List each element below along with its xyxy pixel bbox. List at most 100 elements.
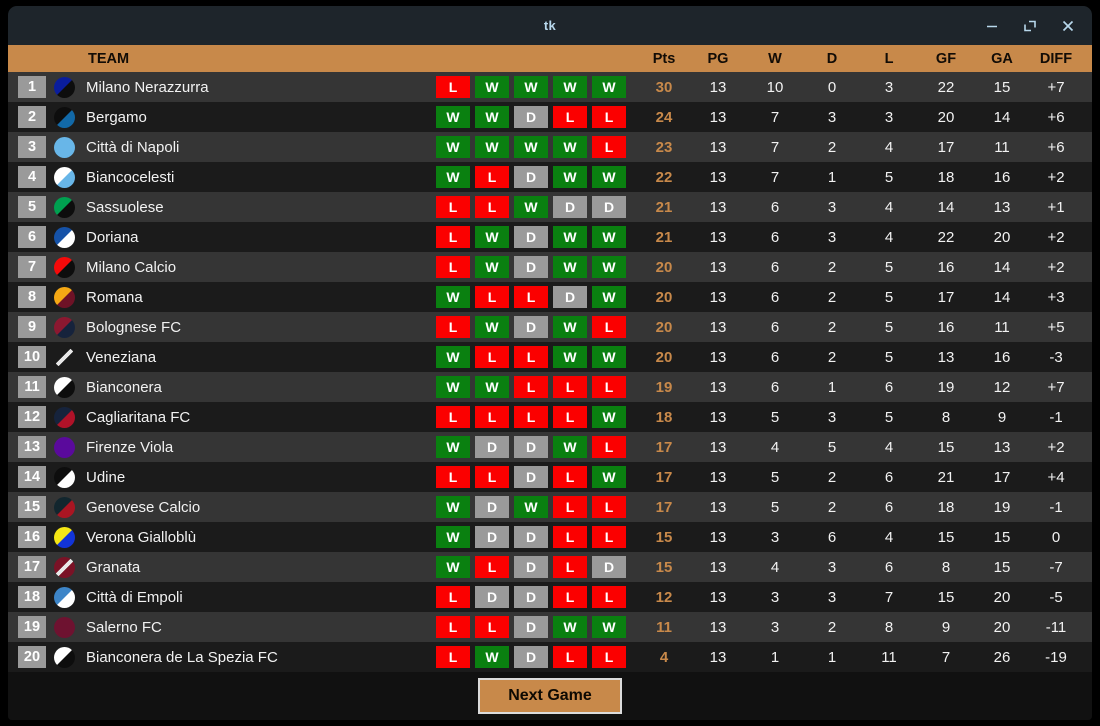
- ga-value: 16: [993, 348, 1011, 366]
- d-cell: 3: [804, 559, 860, 576]
- form-result-l: L: [514, 286, 548, 308]
- gf-cell: 22: [918, 229, 974, 246]
- next-game-button[interactable]: Next Game: [478, 678, 622, 714]
- gf-cell: 21: [918, 469, 974, 486]
- form-result-l: L: [514, 346, 548, 368]
- form-result-d: D: [553, 286, 587, 308]
- l-cell: 7: [860, 589, 918, 606]
- form-result-w: W: [475, 646, 509, 668]
- form-result-w: W: [436, 526, 470, 548]
- table-row[interactable]: 1 Milano Nerazzurra L W W W W 30 13 10 0 3 22 15 +7: [8, 72, 1092, 102]
- form-result-w: W: [475, 226, 509, 248]
- team-name-cell: Bianconera: [80, 379, 436, 396]
- team-name-cell: Veneziana: [80, 349, 436, 366]
- pts-value: 23: [655, 138, 673, 156]
- pts-value: 19: [655, 378, 673, 396]
- pts-cell: 17: [638, 469, 690, 486]
- form-cell: WLLWW: [436, 346, 638, 368]
- form-cell: LWDWW: [436, 226, 638, 248]
- d-value: 1: [827, 378, 837, 396]
- form-result-d: D: [514, 436, 548, 458]
- form-result-l: L: [553, 646, 587, 668]
- l-cell: 4: [860, 139, 918, 156]
- table-row[interactable]: 4 Biancocelesti W L D W W 22 13 7 1 5 18 16 +2: [8, 162, 1092, 192]
- diff-cell: +6: [1030, 109, 1092, 126]
- table-row[interactable]: 16 Verona Gialloblù W D D L L 15 13 3 6 4 15 15 0: [8, 522, 1092, 552]
- table-row[interactable]: 3 Città di Napoli W W W W L 23 13 7 2 4 17 11 +6: [8, 132, 1092, 162]
- pts-value: 17: [655, 498, 673, 516]
- team-crest-icon: [48, 436, 80, 458]
- form-result-d: D: [475, 526, 509, 548]
- pts-value: 15: [655, 558, 673, 576]
- diff-value: -7: [1049, 558, 1063, 576]
- form-result-l: L: [436, 586, 470, 608]
- rank-badge: 14: [18, 466, 46, 488]
- rank-cell: 12: [16, 406, 48, 428]
- table-row[interactable]: 10 Veneziana W L L W W 20 13 6 2 5 13 16 -3: [8, 342, 1092, 372]
- l-value: 7: [884, 588, 894, 606]
- table-row[interactable]: 14 Udine L L D L W 17 13 5 2 6 21 17 +4: [8, 462, 1092, 492]
- pts-cell: 20: [638, 349, 690, 366]
- pts-cell: 12: [638, 589, 690, 606]
- maximize-button[interactable]: [1020, 16, 1040, 36]
- diff-cell: -1: [1030, 409, 1092, 426]
- form-cell: LWDLL: [436, 646, 638, 668]
- table-row[interactable]: 8 Romana W L L D W 20 13 6 2 5 17 14 +3: [8, 282, 1092, 312]
- team-name: Granata: [86, 558, 141, 576]
- d-cell: 5: [804, 439, 860, 456]
- team-name-cell: Milano Calcio: [80, 259, 436, 276]
- table-row[interactable]: 12 Cagliaritana FC L L L L W 18 13 5 3 5 8 9 -1: [8, 402, 1092, 432]
- table-row[interactable]: 7 Milano Calcio L W D W W 20 13 6 2 5 16 14 +2: [8, 252, 1092, 282]
- table-row[interactable]: 9 Bolognese FC L W D W L 20 13 6 2 5 16 11 +5: [8, 312, 1092, 342]
- w-cell: 6: [746, 349, 804, 366]
- gf-value: 20: [937, 108, 955, 126]
- ga-cell: 20: [974, 619, 1030, 636]
- minimize-button[interactable]: [982, 16, 1002, 36]
- w-value: 6: [770, 228, 780, 246]
- rank-cell: 19: [16, 616, 48, 638]
- table-row[interactable]: 20 Bianconera de La Spezia FC L W D L L 4 13 1 1 11…: [8, 642, 1092, 672]
- w-cell: 6: [746, 229, 804, 246]
- w-cell: 5: [746, 499, 804, 516]
- table-row[interactable]: 6 Doriana L W D W W 21 13 6 3 4 22 20 +2: [8, 222, 1092, 252]
- table-row[interactable]: 19 Salerno FC L L D W W 11 13 3 2 8 9 20 -11: [8, 612, 1092, 642]
- gf-cell: 18: [918, 499, 974, 516]
- table-row[interactable]: 18 Città di Empoli L D D L L 12 13 3 3 7 15 20 -5: [8, 582, 1092, 612]
- d-value: 3: [827, 198, 837, 216]
- table-row[interactable]: 11 Bianconera W W L L L 19 13 6 1 6 19 12 +7: [8, 372, 1092, 402]
- table-row[interactable]: 15 Genovese Calcio W D W L L 17 13 5 2 6 18 19 -1: [8, 492, 1092, 522]
- table-row[interactable]: 13 Firenze Viola W D D W L 17 13 4 5 4 15 13 +2: [8, 432, 1092, 462]
- team-name-cell: Verona Gialloblù: [80, 529, 436, 546]
- pg-value: 13: [709, 528, 727, 546]
- ga-cell: 20: [974, 589, 1030, 606]
- form-cell: WLDWW: [436, 166, 638, 188]
- form-result-w: W: [592, 616, 626, 638]
- team-crest-icon: [48, 76, 80, 98]
- team-name: Milano Calcio: [86, 258, 177, 276]
- rank-cell: 20: [16, 646, 48, 668]
- ga-cell: 11: [974, 139, 1030, 156]
- form-result-w: W: [436, 496, 470, 518]
- form-result-l: L: [553, 526, 587, 548]
- w-value: 3: [770, 588, 780, 606]
- table-row[interactable]: 17 Granata W L D L D 15 13 4 3 6 8 15 -7: [8, 552, 1092, 582]
- w-value: 10: [766, 78, 784, 96]
- ga-value: 15: [993, 558, 1011, 576]
- ga-value: 17: [993, 468, 1011, 486]
- rank-cell: 10: [16, 346, 48, 368]
- rank-badge: 15: [18, 496, 46, 518]
- team-name: Bolognese FC: [86, 318, 182, 336]
- ga-cell: 14: [974, 109, 1030, 126]
- d-value: 2: [827, 138, 837, 156]
- pg-value: 13: [709, 588, 727, 606]
- diff-cell: 0: [1030, 529, 1092, 546]
- gf-value: 22: [937, 228, 955, 246]
- team-name: Bianconera: [86, 378, 162, 396]
- team-name-cell: Firenze Viola: [80, 439, 436, 456]
- rank-badge: 1: [18, 76, 46, 98]
- diff-cell: +2: [1030, 229, 1092, 246]
- table-row[interactable]: 5 Sassuolese L L W D D 21 13 6 3 4 14 13 +1: [8, 192, 1092, 222]
- table-row[interactable]: 2 Bergamo W W D L L 24 13 7 3 3 20 14 +6: [8, 102, 1092, 132]
- close-button[interactable]: [1058, 16, 1078, 36]
- pts-value: 20: [655, 258, 673, 276]
